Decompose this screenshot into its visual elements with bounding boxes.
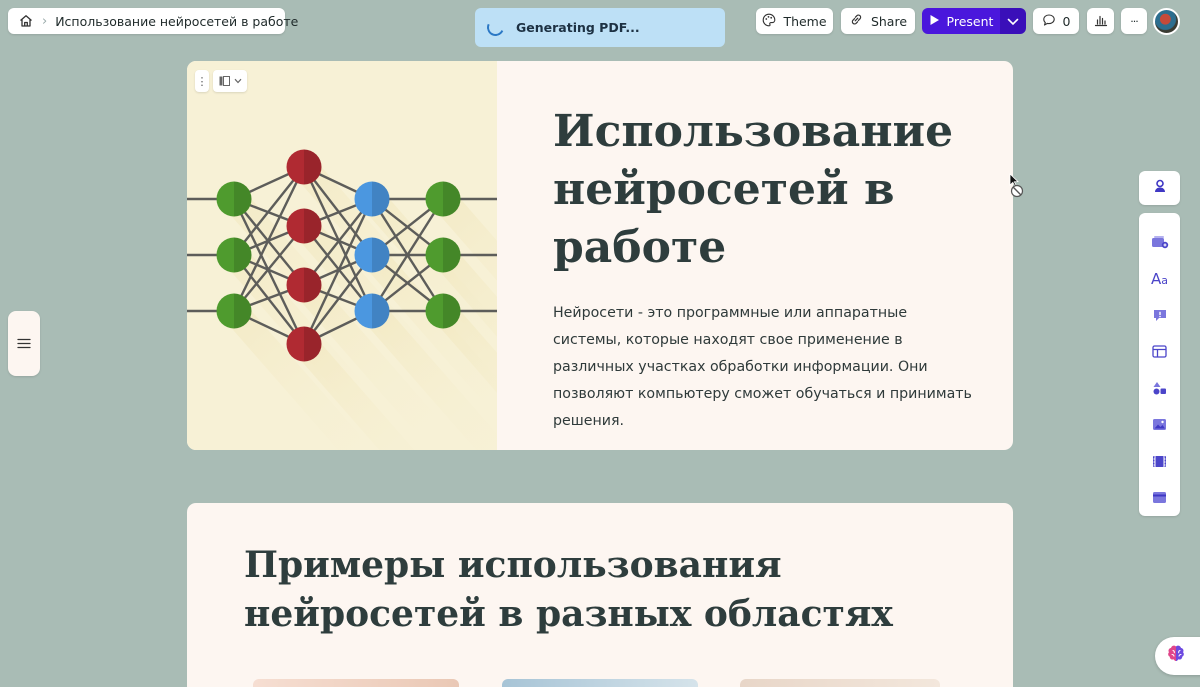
present-button[interactable]: Present: [922, 8, 1000, 34]
callout-button[interactable]: [1139, 297, 1180, 334]
brain-icon: [1165, 643, 1187, 669]
card-template-icon: [1151, 236, 1168, 249]
embed-icon: [1153, 492, 1166, 504]
slide-title[interactable]: Примеры использования нейросетей в разны…: [244, 541, 964, 639]
chevron-down-icon: [234, 78, 241, 84]
example-image: [253, 679, 459, 687]
comment-icon: [1042, 13, 1056, 30]
theme-button[interactable]: Theme: [756, 8, 833, 34]
layout-button[interactable]: [1139, 334, 1180, 371]
neural-network-illustration: [187, 149, 497, 450]
example-image: [740, 679, 940, 687]
pdf-export-toast: Generating PDF...: [475, 8, 725, 47]
network-node: [354, 181, 390, 217]
image-button[interactable]: [1139, 407, 1180, 444]
link-icon: [849, 12, 864, 30]
breadcrumb-doc-title[interactable]: Использование нейросетей в работе: [55, 14, 298, 29]
insert-toolbar: Aa: [1139, 213, 1180, 516]
network-node: [425, 181, 461, 217]
network-node: [286, 149, 322, 185]
card-layout-button[interactable]: [213, 70, 247, 92]
network-node: [354, 293, 390, 329]
slide-card-2[interactable]: Примеры использования нейросетей в разны…: [187, 503, 1013, 687]
shapes-button[interactable]: [1139, 370, 1180, 407]
network-node: [354, 237, 390, 273]
insert-panel-toggle[interactable]: [1139, 171, 1180, 205]
ai-assistant-button[interactable]: [1155, 637, 1200, 675]
text-style-icon: Aa: [1150, 269, 1168, 288]
slide-title[interactable]: Использование нейросетей в работе: [553, 103, 973, 277]
bar-chart-icon: [1094, 13, 1108, 30]
card-accent-image: [187, 61, 497, 450]
callout-icon: [1153, 310, 1166, 322]
present-options-button[interactable]: [1000, 8, 1026, 34]
more-options-icon: ···: [1130, 14, 1138, 28]
image-icon: [1153, 419, 1166, 431]
text-style-button[interactable]: Aa: [1139, 261, 1180, 298]
layout-icon: [1152, 345, 1167, 358]
toast-message: Generating PDF...: [516, 20, 640, 35]
layout-icon: [219, 76, 230, 86]
video-button[interactable]: [1139, 443, 1180, 480]
embed-button[interactable]: [1139, 480, 1180, 517]
comments-count: 0: [1062, 13, 1071, 29]
drag-handle-icon[interactable]: ⋮: [195, 70, 209, 92]
play-icon: [929, 14, 940, 29]
network-node: [425, 237, 461, 273]
share-button[interactable]: Share: [841, 8, 915, 34]
breadcrumb: › Использование нейросетей в работе: [8, 8, 298, 34]
example-image: [502, 679, 698, 687]
analytics-button[interactable]: [1087, 8, 1114, 34]
outline-toggle-button[interactable]: [8, 311, 40, 376]
network-node: [425, 293, 461, 329]
network-node: [286, 326, 322, 362]
theme-label: Theme: [783, 13, 827, 29]
video-icon: [1153, 455, 1166, 467]
slide-body-text[interactable]: Нейросети - это программные или аппаратн…: [553, 300, 973, 435]
mouse-cursor-icon: [1009, 173, 1027, 203]
network-node: [216, 181, 252, 217]
share-label: Share: [870, 13, 908, 29]
comments-button[interactable]: 0: [1033, 8, 1079, 34]
more-options-button[interactable]: ···: [1121, 8, 1147, 34]
network-node: [286, 208, 322, 244]
card-template-button[interactable]: [1139, 224, 1180, 261]
loading-spinner-icon: [484, 16, 507, 39]
home-icon[interactable]: [18, 13, 34, 29]
network-node: [216, 237, 252, 273]
menu-icon: [17, 334, 31, 353]
network-node: [286, 267, 322, 303]
slide-card-1[interactable]: ⋮ Использование нейросетей в работе Нейр…: [187, 61, 1013, 450]
avatar[interactable]: [1153, 8, 1180, 35]
network-node: [216, 293, 252, 329]
present-label: Present: [946, 13, 994, 29]
shapes-icon: [1153, 382, 1166, 395]
person-icon: [1152, 178, 1168, 198]
palette-icon: [762, 13, 776, 30]
breadcrumb-separator: ›: [42, 13, 48, 29]
card-toolbar: ⋮: [195, 70, 247, 92]
chevron-down-icon: [1007, 14, 1019, 29]
